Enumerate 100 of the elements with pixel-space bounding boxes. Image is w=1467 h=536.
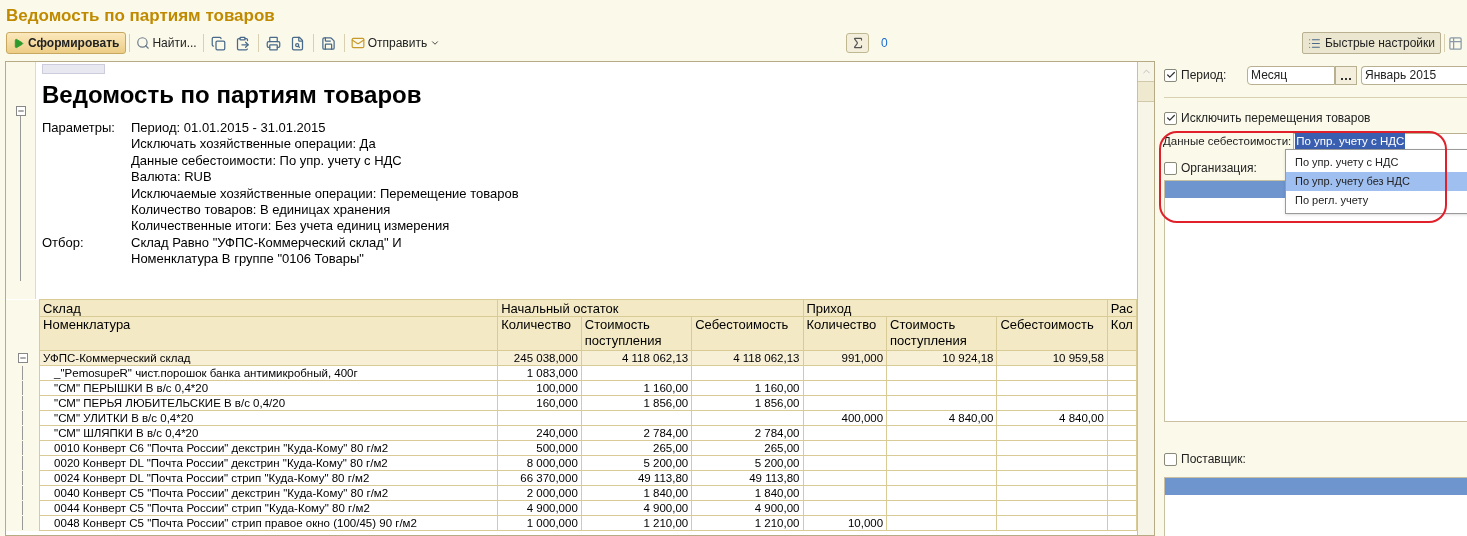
find-button[interactable]: Найти... [133,32,200,54]
list-icon [1307,36,1321,50]
table-cell: 4 840,00 [886,410,997,426]
table-cell [1107,380,1137,396]
table-cell: 4 900,00 [691,500,803,516]
table-cell: 0010 Конверт С6 "Почта России" декстрин "Куда-Кому" 80 г/м2 [39,440,498,456]
printer-icon [266,35,282,51]
report-title: Ведомость по партиям товаров [42,80,423,110]
sum-button[interactable] [846,33,869,53]
param-label: Параметры: [42,120,116,137]
table-settings-icon[interactable] [1448,35,1463,51]
column-header: Стоимость поступления [886,316,997,351]
table-cell: 245 038,000 [497,350,582,366]
dropdown-option[interactable]: По упр. учету с НДС [1286,153,1467,172]
dropdown-option[interactable]: По регл. учету [1286,191,1467,210]
table-cell: 100,000 [497,380,582,396]
exclude-moves-label: Исключить перемещения товаров [1181,110,1371,127]
generate-button[interactable]: Сформировать [6,32,127,54]
period-mode-field[interactable]: Месяц [1247,65,1335,85]
table-cell: 4 118 062,13 [691,350,803,366]
param-value: Исключать хозяйственные операции: Да [131,136,377,153]
table-cell [1107,500,1137,516]
table-cell: 1 840,00 [581,485,692,501]
table-cell: 2 000,000 [497,485,582,501]
period-value-field[interactable]: Январь 2015 [1361,65,1467,85]
preview-icon [290,35,306,51]
table-cell: 5 200,00 [691,455,803,471]
table-cell [1107,470,1137,486]
group-header: Начальный остаток [497,299,803,317]
table-cell: 1 160,00 [691,380,803,396]
table-cell: 1 856,00 [691,395,803,411]
table-cell: 0044 Конверт С5 "Почта России" стрип "Куда-Кому" 80 г/м2 [39,500,498,516]
table-cell: 4 900,000 [497,500,582,516]
column-header: Номенклатура [39,316,498,351]
table-cell: 0048 Конверт С5 "Почта России" стрип правое окно (100/45) 90 г/м2 [39,515,498,531]
table-cell: 265,00 [691,440,803,456]
param-value: Номенклатура В группе "0106 Товары" [131,251,365,268]
table-cell: 10 924,18 [886,350,997,366]
checkbox[interactable] [1164,68,1177,82]
table-cell: 0020 Конверт DL "Почта России" декстрин "Куда-Кому" 80 г/м2 [39,455,498,471]
floppy-icon [321,35,337,51]
table-cell: 10 959,58 [996,350,1108,366]
table-cell: 1 083,000 [497,365,582,381]
collapse-icon[interactable] [15,106,26,116]
column-header: Стоимость поступления [581,316,692,351]
copy-icon [211,35,227,51]
supplier-label: Поставщик: [1181,451,1246,468]
table-cell: 10,000 [803,515,887,531]
table-cell [1107,395,1137,411]
param-value: Данные себестоимости: По упр. учету с НДС [131,152,403,170]
table-cell: 1 000,000 [497,515,582,531]
table-cell: 160,000 [497,395,582,411]
table-cell: 0024 Конверт DL "Почта России" стрип "Куда-Кому" 80 г/м2 [39,470,498,486]
table-cell: 1 210,00 [581,515,692,531]
envelope-icon [350,36,365,50]
period-label: Период: [1181,67,1228,84]
table-cell: "СМ" ПЕРЬЯ ЛЮБИТЕЛЬСКИЕ В в/с 0,4/20 [39,395,498,411]
checkbox[interactable] [1164,452,1177,466]
param-value: Склад Равно "УФПС-Коммерческий склад" И [131,234,402,252]
table-cell: 1 856,00 [581,395,692,411]
table-cell: _"PemosupeR" чист.порошок банка антимикробный, 400г [39,365,498,381]
play-icon [13,37,24,49]
table-cell [1107,410,1137,426]
sum-value: 0 [881,35,888,52]
table-cell: 4 900,00 [581,500,692,516]
table-cell: 49 113,80 [581,470,692,486]
scroll-thumb[interactable] [1138,82,1154,102]
table-cell [1107,365,1137,381]
send-button[interactable]: Отправить [347,32,444,54]
table-cell: 400,000 [803,410,887,426]
table-cell [1107,440,1137,456]
collapse-icon[interactable] [17,353,28,363]
table-cell: 4 118 062,13 [581,350,692,366]
scrollbar[interactable] [1137,62,1154,535]
quick-settings-button[interactable]: Быстрые настройки [1301,32,1441,54]
supplier-list[interactable] [1164,477,1467,536]
table-cell: 991,000 [803,350,887,366]
cost-data-label: Данные себестоимости: [1163,134,1292,150]
table-cell [1107,455,1137,471]
checkbox[interactable] [1164,111,1177,125]
window-title: Ведомость по партиям товаров [5,5,276,27]
table-cell [1107,485,1137,501]
column-header: Себестоимость [996,316,1108,351]
table-cell: 1 840,00 [691,485,803,501]
param-value: Исключаемые хозяйственные операции: Перемещение товаров [131,185,519,203]
param-label: Отбор: [42,234,85,252]
table-cell [1107,425,1137,441]
table-cell: 2 784,00 [581,425,692,441]
dropdown-option[interactable]: По упр. учету без НДС [1286,172,1467,191]
column-header: Количество [803,316,887,351]
ellipsis-icon[interactable] [1335,65,1357,85]
table-cell: 66 370,000 [497,470,582,486]
table-cell: 49 113,80 [691,470,803,486]
table-cell: 1 160,00 [581,380,692,396]
group-header: Приход [803,299,1108,317]
group-header: Рас [1107,299,1137,317]
checkbox[interactable] [1164,161,1177,175]
table-cell: 8 000,000 [497,455,582,471]
column-header: Себестоимость [691,316,803,351]
table-cell [1107,515,1137,531]
